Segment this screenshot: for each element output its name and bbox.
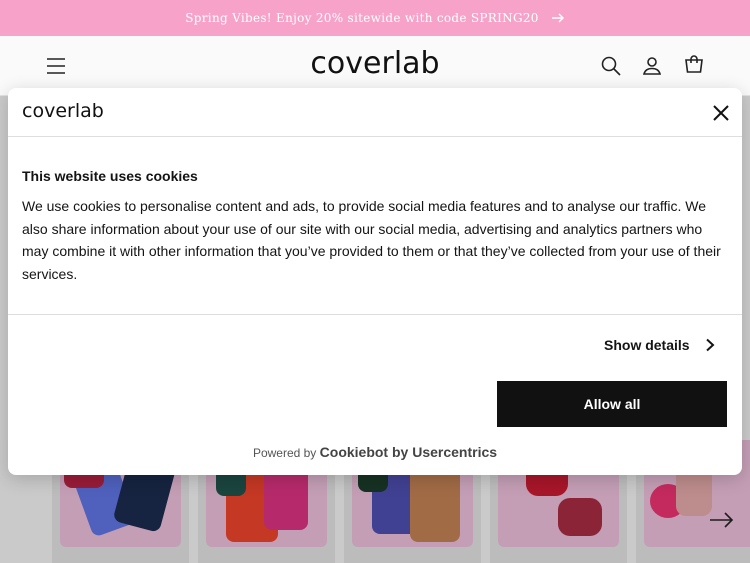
announcement-bar[interactable]: Spring Vibes! Enjoy 20% sitewide with co… (0, 0, 750, 36)
divider (8, 314, 742, 315)
cookie-consent-dialog: coverlab This website uses cookies We us… (8, 88, 742, 475)
site-header: coverlab (0, 36, 750, 96)
arrow-right-icon (551, 13, 564, 23)
close-icon[interactable] (712, 104, 730, 122)
announcement-text: Spring Vibes! Enjoy 20% sitewide with co… (185, 11, 539, 25)
chevron-right-icon (705, 338, 715, 352)
show-details-link[interactable]: Show details (604, 337, 716, 353)
dialog-body: We use cookies to personalise content an… (22, 198, 721, 282)
cookiebot-brand[interactable]: Cookiebot by Usercentrics (320, 444, 497, 460)
show-details-label: Show details (604, 337, 690, 353)
powered-by-prefix: Powered by (252, 446, 317, 460)
account-icon[interactable] (640, 54, 664, 78)
dialog-logo: coverlab (22, 100, 104, 122)
search-icon[interactable] (599, 54, 623, 78)
site-logo[interactable]: coverlab (0, 46, 750, 81)
dialog-title: This website uses cookies (22, 168, 198, 184)
cart-icon[interactable] (682, 54, 706, 78)
allow-all-button[interactable]: Allow all (497, 381, 727, 427)
divider (8, 136, 742, 137)
powered-by: Powered by Cookiebot by Usercentrics (8, 444, 742, 460)
